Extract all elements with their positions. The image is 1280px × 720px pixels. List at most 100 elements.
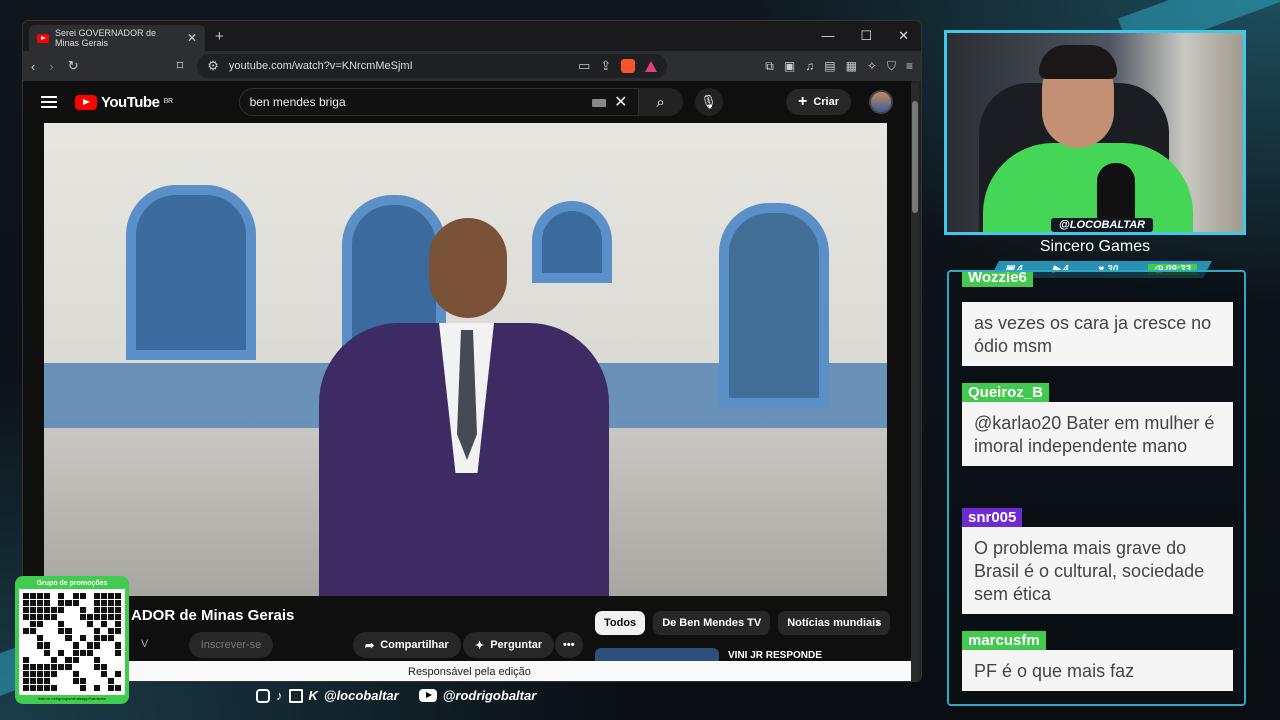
chat-message: Wozzie6 as vezes os cara ja cresce no ód… — [962, 272, 1233, 366]
qr-code — [19, 589, 125, 695]
leo-ai-icon[interactable]: ✧ — [867, 59, 877, 74]
youtube-icon — [418, 689, 437, 702]
bookmark-icon[interactable]: ⌑ — [177, 58, 184, 74]
chat-message: marcusfm PF é o que mais faz — [962, 631, 1233, 691]
browser-tab[interactable]: Serei GOVERNADOR de Minas Gerais ✕ — [29, 25, 205, 51]
keyboard-icon[interactable] — [592, 99, 607, 107]
video-frame-presenter — [319, 218, 609, 596]
search-query: ben mendes briga — [249, 95, 346, 109]
search-icon: ⌕ — [656, 93, 665, 111]
instagram-icon — [256, 688, 270, 703]
streamer-handle: @LOCOBALTAR — [1051, 218, 1154, 232]
chat-text: as vezes os cara ja cresce no ódio msm — [962, 302, 1233, 366]
tab-title: Serei GOVERNADOR de Minas Gerais — [55, 28, 157, 48]
brave-rewards-icon[interactable] — [645, 60, 658, 72]
wallet-icon[interactable]: ▦ — [846, 59, 857, 74]
video-title: ADOR de Minas Gerais — [131, 607, 295, 624]
tooltip: Responsável pela edição — [23, 661, 911, 681]
microphone-icon: 🎙 — [700, 94, 717, 109]
maximize-icon[interactable]: ☐ — [860, 28, 872, 44]
ask-label: Perguntar — [490, 639, 543, 651]
youtube-page: YouTube BR ben mendes briga ✕ ⌕ 🎙 + Cria… — [23, 81, 911, 681]
hamburger-menu-icon[interactable] — [41, 96, 57, 108]
youtube-favicon-icon — [37, 33, 49, 43]
kick-icon: K — [308, 688, 318, 703]
related-video-title[interactable]: VINI JR RESPONDE — [728, 650, 822, 661]
screenshot-icon[interactable]: ▣ — [784, 59, 795, 74]
clear-search-icon[interactable]: ✕ — [592, 92, 628, 112]
create-label: Criar — [813, 96, 839, 108]
chat-username: snr005 — [962, 508, 1023, 527]
reload-icon[interactable]: ↻ — [68, 58, 79, 74]
chat-username: Queiroz_B — [962, 383, 1050, 402]
close-tab-icon[interactable]: ✕ — [187, 31, 197, 45]
chat-username: marcusfm — [962, 631, 1046, 650]
chat-text: PF é o que mais faz — [962, 650, 1233, 691]
sidebar-icon[interactable]: ▤ — [824, 59, 835, 74]
subscribe-button[interactable]: Inscrever-se — [189, 632, 273, 658]
extensions-bar: ⧉ ▣ ♫ ▤ ▦ ✧ ⛉ ≡ — [765, 59, 913, 74]
more-actions-button[interactable]: ••• — [555, 632, 583, 658]
forward-icon[interactable]: › — [49, 59, 53, 74]
share-icon[interactable]: ⇪ — [600, 58, 611, 74]
site-settings-icon[interactable]: ⚙ — [207, 58, 219, 74]
url-text: youtube.com/watch?v=KNrcmMeSjmI — [228, 60, 413, 72]
share-arrow-icon: ➦ — [365, 639, 375, 652]
vpn-icon[interactable]: ⛉ — [887, 59, 896, 74]
youtube-logo-icon — [75, 94, 97, 110]
close-window-icon[interactable]: ✕ — [898, 28, 909, 44]
chat-text: @karlao20 Bater em mulher é imoral indep… — [962, 402, 1233, 466]
qr-title: Grupo de promoções — [36, 580, 108, 587]
youtube-header: YouTube BR ben mendes briga ✕ ⌕ 🎙 + Cria… — [23, 81, 911, 123]
chat-username: Wozzie6 — [962, 272, 1033, 287]
stream-title: Sincero Games — [1039, 238, 1151, 255]
search-button[interactable]: ⌕ — [638, 88, 683, 116]
back-icon[interactable]: ‹ — [31, 59, 35, 74]
browser-window: Serei GOVERNADOR de Minas Gerais ✕ + — ☐… — [22, 20, 922, 682]
extensions-icon[interactable]: ⧉ — [765, 59, 774, 74]
chat-message: Queiroz_B @karlao20 Bater em mulher é im… — [962, 383, 1233, 466]
share-button[interactable]: ➦ Compartilhar — [353, 632, 461, 658]
scrollbar-thumb[interactable] — [912, 101, 918, 213]
minimize-icon[interactable]: — — [821, 28, 834, 44]
new-tab-icon[interactable]: + — [215, 28, 224, 45]
brave-shields-icon[interactable] — [621, 59, 636, 73]
video-frame-door — [719, 203, 829, 408]
chevron-right-icon[interactable]: › — [875, 614, 880, 631]
chip-all[interactable]: Todos — [595, 611, 646, 635]
page-scrollbar[interactable] — [911, 83, 919, 681]
video-player[interactable] — [44, 123, 887, 596]
address-bar-row: ‹ › ↻ ⌑ ⚙ youtube.com/watch?v=KNrcmMeSjm… — [23, 51, 921, 81]
tiktok-icon: ♪ — [276, 688, 283, 703]
search-input[interactable]: ben mendes briga ✕ — [238, 88, 639, 116]
share-label: Compartilhar — [380, 639, 449, 651]
twitch-icon — [288, 688, 303, 703]
cast-icon[interactable]: ▭ — [578, 58, 590, 74]
social-handles: ♪ K @locobaltar @rodrigobaltar — [256, 688, 536, 703]
promo-qr-card: Grupo de promoções rbstore.net/groups/wh… — [15, 576, 129, 704]
social-handle: @locobaltar — [323, 688, 399, 703]
chat-panel: Wozzie6 as vezes os cara ja cresce no ód… — [947, 270, 1246, 706]
ask-button[interactable]: ✦ Perguntar — [463, 632, 555, 658]
social-handle: @rodrigobaltar — [442, 688, 537, 703]
chip-world-news[interactable]: Notícias mundiais — [778, 611, 891, 635]
tab-bar: Serei GOVERNADOR de Minas Gerais ✕ + — ☐… — [23, 21, 921, 51]
plus-icon: + — [797, 93, 808, 110]
chat-message: snr005 O problema mais grave do Brasil é… — [962, 508, 1233, 614]
create-button[interactable]: + Criar — [785, 89, 851, 115]
youtube-logo-text: YouTube — [101, 93, 160, 111]
chat-text: O problema mais grave do Brasil é o cult… — [962, 527, 1233, 614]
chip-channel[interactable]: De Ben Mendes TV — [653, 611, 771, 635]
voice-search-button[interactable]: 🎙 — [694, 88, 723, 116]
related-filter-chips: Todos De Ben Mendes TV Notícias mundiais — [595, 611, 891, 635]
channel-name[interactable]: V — [141, 638, 148, 650]
browser-menu-icon[interactable]: ≡ — [906, 59, 913, 74]
webcam-feed — [944, 30, 1246, 235]
video-frame-window — [126, 185, 256, 360]
music-icon[interactable]: ♫ — [805, 59, 814, 74]
window-controls: — ☐ ✕ — [821, 28, 921, 44]
address-bar[interactable]: ⚙ youtube.com/watch?v=KNrcmMeSjmI ▭ ⇪ — [197, 54, 668, 78]
account-avatar[interactable] — [869, 90, 893, 114]
youtube-logo[interactable]: YouTube BR — [75, 94, 173, 111]
qr-url: rbstore.net/groups/whatsapp/hardware — [37, 696, 107, 701]
